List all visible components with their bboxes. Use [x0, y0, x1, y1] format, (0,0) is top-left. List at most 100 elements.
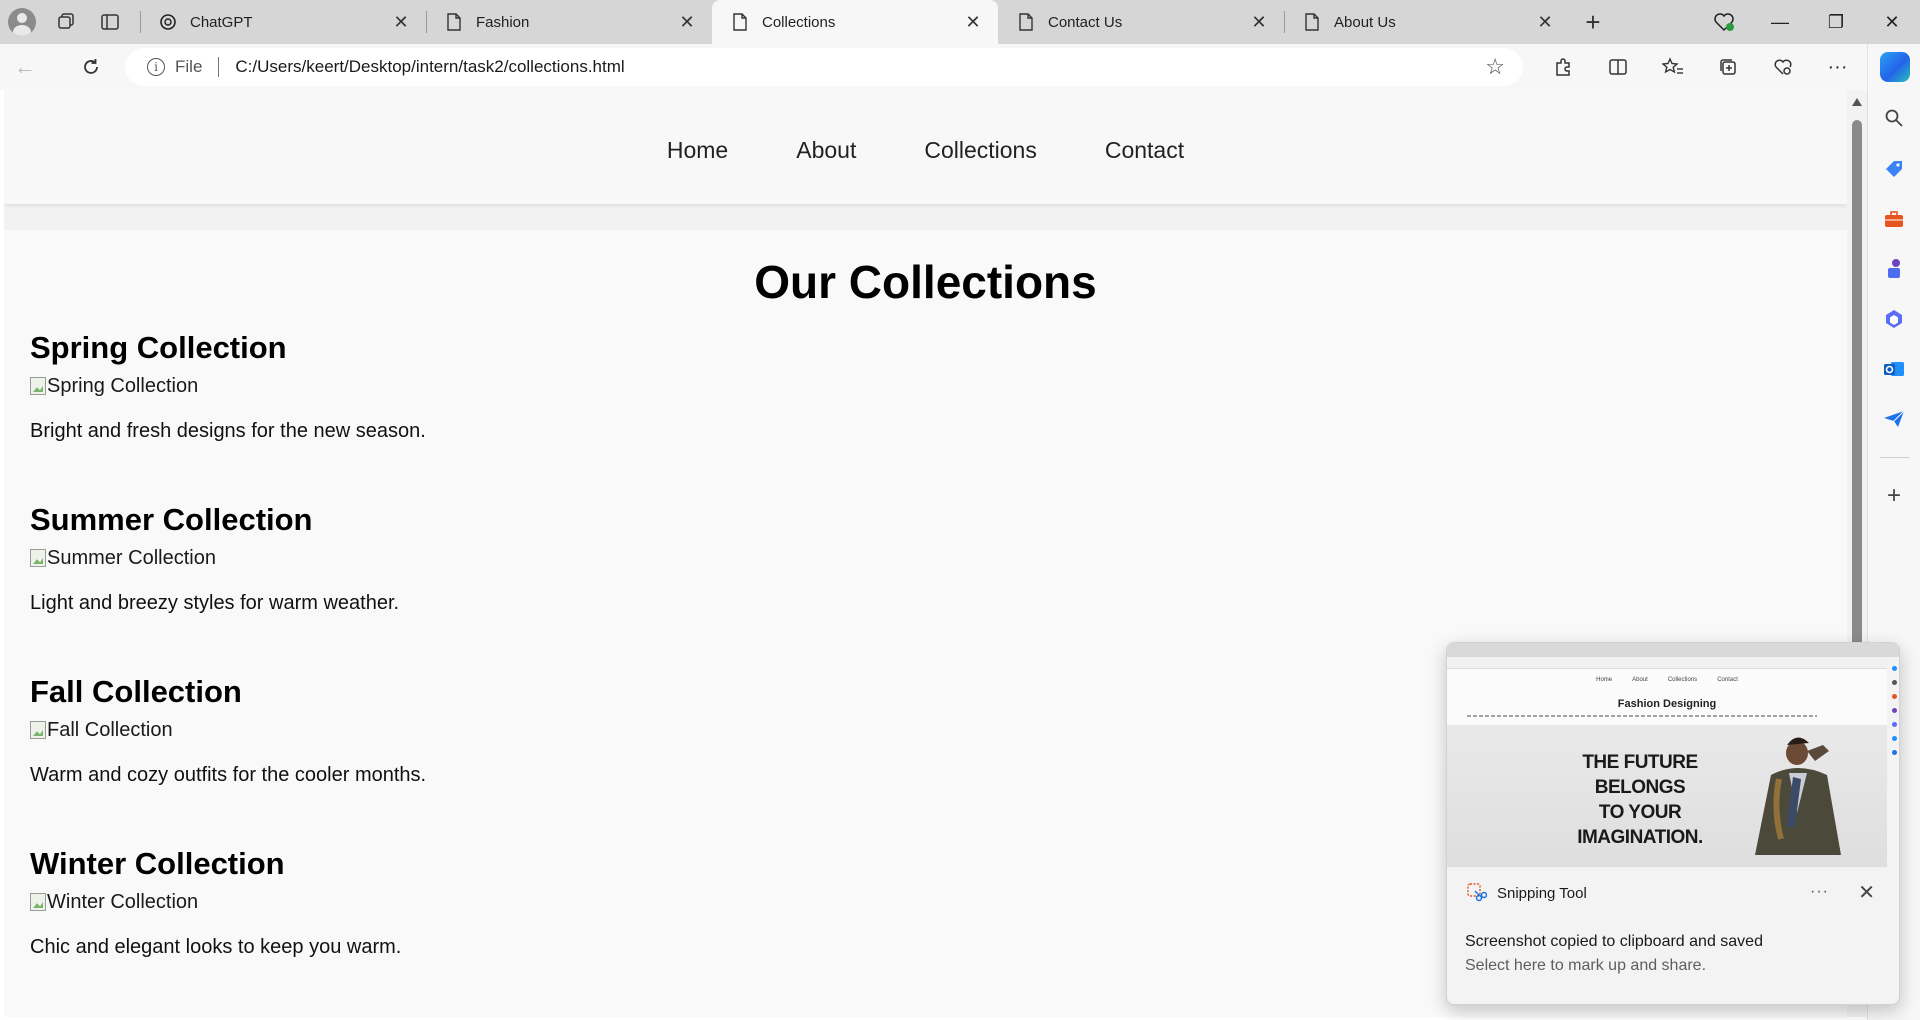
- search-icon[interactable]: [1882, 106, 1906, 130]
- scheme-label: File: [175, 57, 203, 76]
- collection-title: Spring Collection: [30, 330, 287, 365]
- site-navbar: Home About Collections Contact: [4, 90, 1847, 204]
- collection-title: Summer Collection: [30, 502, 313, 537]
- tab-title: Contact Us: [1048, 13, 1123, 31]
- nav-link-about[interactable]: About: [796, 131, 856, 164]
- tab-about-us[interactable]: About Us ✕: [1284, 0, 1570, 44]
- add-sidebar-app-icon[interactable]: +: [1882, 482, 1906, 509]
- tab-title: Collections: [762, 13, 836, 31]
- workspaces-button[interactable]: [44, 0, 88, 44]
- nav-link-home[interactable]: Home: [667, 131, 728, 164]
- tab-close-icon[interactable]: ✕: [1534, 11, 1556, 33]
- puzzle-icon: [1555, 58, 1570, 76]
- back-button[interactable]: ←: [0, 44, 50, 90]
- tab-title: Fashion: [476, 13, 530, 31]
- page-icon: [1016, 12, 1036, 32]
- thumbnail-hero-banner: THE FUTURE BELONGS TO YOUR IMAGINATION.: [1447, 725, 1887, 867]
- copilot-icon[interactable]: [1880, 52, 1910, 82]
- close-icon: ✕: [1884, 11, 1900, 32]
- tab-close-icon[interactable]: ✕: [390, 11, 412, 33]
- url-text[interactable]: C:/Users/keert/Desktop/intern/task2/coll…: [235, 57, 624, 77]
- minimize-button[interactable]: —: [1752, 0, 1808, 44]
- tab-title: About Us: [1334, 13, 1396, 31]
- collections-button[interactable]: [1700, 44, 1755, 90]
- favorites-list-icon: [1661, 57, 1683, 74]
- browser-essentials-button[interactable]: [1696, 0, 1752, 44]
- restore-icon: ❐: [1827, 11, 1845, 32]
- thumbnail-nav-item: Contact: [1717, 677, 1738, 683]
- tab-strip: ChatGPT ✕ Fashion ✕ Collections ✕ Contac…: [0, 0, 1920, 44]
- split-screen-icon: [1608, 59, 1627, 75]
- toast-app-name: Snipping Tool: [1497, 884, 1587, 902]
- refresh-button[interactable]: [66, 44, 116, 90]
- split-screen-button[interactable]: [1590, 44, 1645, 90]
- broken-image-icon: [30, 721, 46, 739]
- tab-chatgpt[interactable]: ChatGPT ✕: [140, 0, 426, 44]
- tab-contact-us[interactable]: Contact Us ✕: [998, 0, 1284, 44]
- chatgpt-icon: [158, 12, 178, 32]
- avatar-icon: [8, 8, 36, 36]
- plus-icon: +: [1585, 6, 1601, 37]
- nav-link-collections[interactable]: Collections: [924, 131, 1037, 164]
- tab-close-icon[interactable]: ✕: [1248, 11, 1270, 33]
- restore-button[interactable]: ❐: [1808, 0, 1864, 44]
- collection-description: Warm and cozy outfits for the cooler mon…: [30, 764, 427, 786]
- info-icon[interactable]: i: [147, 58, 165, 76]
- workspaces-icon: [58, 13, 74, 29]
- shopping-tag-icon[interactable]: [1882, 157, 1906, 181]
- browser-toolbar: ← i File C:/Users/keert/Desktop/intern/t…: [0, 44, 1920, 90]
- performance-button[interactable]: [1755, 44, 1810, 90]
- favorites-button[interactable]: [1645, 44, 1700, 90]
- send-drop-icon[interactable]: [1882, 407, 1906, 431]
- page-title: Our Collections: [754, 256, 1097, 308]
- image-alt-text: Fall Collection: [47, 718, 173, 741]
- page-icon: [444, 12, 464, 32]
- scroll-up-arrow-icon[interactable]: [1852, 98, 1862, 106]
- toast-message: Screenshot copied to clipboard and saved: [1465, 933, 1763, 950]
- hero-line: THE FUTURE: [1582, 752, 1698, 773]
- tab-collections[interactable]: Collections ✕: [712, 0, 998, 44]
- nav-link-contact[interactable]: Contact: [1105, 131, 1184, 164]
- collection-winter: Winter Collection Winter Collection Chic…: [30, 846, 401, 959]
- snipping-tool-icon: [1467, 883, 1488, 903]
- page-icon: [1302, 12, 1322, 32]
- outlook-icon[interactable]: [1882, 357, 1906, 381]
- tab-fashion[interactable]: Fashion ✕: [426, 0, 712, 44]
- screenshot-thumbnail[interactable]: Home About Collections Contact Fashion D…: [1447, 643, 1899, 867]
- extensions-button[interactable]: [1535, 44, 1590, 90]
- tab-actions-button[interactable]: [88, 0, 132, 44]
- more-options-icon[interactable]: ···: [1810, 883, 1829, 901]
- hero-slogan: THE FUTURE BELONGS TO YOUR IMAGINATION.: [1555, 750, 1725, 850]
- thumbnail-nav-item: Home: [1596, 677, 1613, 683]
- scrollbar-thumb[interactable]: [1852, 120, 1862, 710]
- vertical-tabs-icon: [101, 14, 119, 30]
- address-bar[interactable]: i File C:/Users/keert/Desktop/intern/tas…: [125, 48, 1523, 86]
- close-window-button[interactable]: ✕: [1864, 0, 1920, 44]
- profile-button[interactable]: [0, 0, 44, 44]
- back-arrow-icon: ←: [14, 54, 36, 79]
- page-icon: [730, 12, 750, 32]
- snipping-tool-notification[interactable]: Home About Collections Contact Fashion D…: [1446, 642, 1900, 1005]
- new-tab-button[interactable]: +: [1570, 0, 1616, 44]
- collection-description: Bright and fresh designs for the new sea…: [30, 420, 426, 442]
- collection-spring: Spring Collection Spring Collection Brig…: [30, 330, 426, 443]
- broken-image-icon: [30, 893, 46, 911]
- collection-image: Spring Collection: [30, 372, 426, 400]
- image-alt-text: Summer Collection: [47, 546, 216, 569]
- settings-more-button[interactable]: ···: [1810, 44, 1865, 90]
- thumbnail-nav: Home About Collections Contact: [1447, 669, 1887, 691]
- broken-image-icon: [30, 377, 46, 395]
- tab-close-icon[interactable]: ✕: [676, 11, 698, 33]
- tab-title: ChatGPT: [190, 13, 253, 31]
- close-icon[interactable]: ✕: [1858, 880, 1875, 905]
- games-icon[interactable]: [1882, 257, 1906, 281]
- tools-briefcase-icon[interactable]: [1882, 207, 1906, 231]
- image-alt-text: Winter Collection: [47, 890, 199, 913]
- broken-image-icon: [30, 549, 46, 567]
- toast-sub-message: Select here to mark up and share.: [1465, 957, 1707, 974]
- more-dots-icon: ···: [1827, 55, 1848, 78]
- tab-close-icon[interactable]: ✕: [962, 11, 984, 33]
- favorite-star-icon[interactable]: ☆: [1485, 54, 1505, 80]
- hero-line: IMAGINATION.: [1577, 827, 1703, 848]
- microsoft-365-icon[interactable]: [1882, 307, 1906, 331]
